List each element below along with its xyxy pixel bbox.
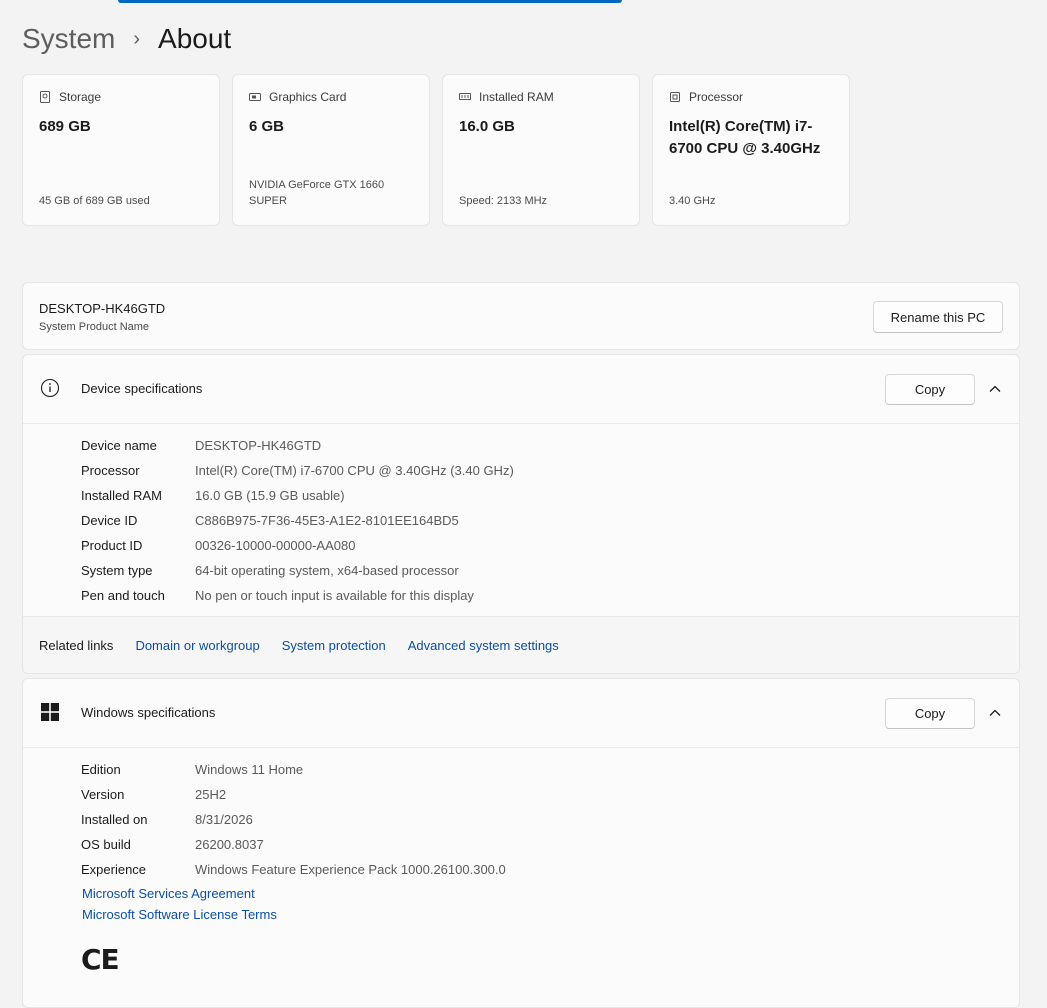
- spec-value: Intel(R) Core(TM) i7-6700 CPU @ 3.40GHz …: [195, 463, 514, 478]
- pc-name-panel: DESKTOP-HK46GTD System Product Name Rena…: [22, 282, 1020, 350]
- windows-specs-panel: Windows specifications Copy Edition Wind…: [22, 678, 1020, 1008]
- breadcrumb: System › About: [22, 18, 231, 60]
- related-links: Related links Domain or workgroup System…: [23, 616, 1019, 673]
- device-specs-header[interactable]: Device specifications Copy: [23, 355, 1019, 424]
- spec-row: Version 25H2: [81, 782, 506, 807]
- pc-name: DESKTOP-HK46GTD: [39, 301, 166, 316]
- spec-label: Installed on: [81, 812, 148, 827]
- spec-value: 64-bit operating system, x64-based proce…: [195, 563, 459, 578]
- link-domain-workgroup[interactable]: Domain or workgroup: [135, 638, 259, 653]
- spec-value: Windows 11 Home: [195, 762, 304, 777]
- rename-pc-button[interactable]: Rename this PC: [873, 301, 1003, 333]
- link-license-terms[interactable]: Microsoft Software License Terms: [82, 904, 277, 925]
- graphics-card-icon: [249, 93, 261, 101]
- spec-row: Device ID C886B975-7F36-45E3-A1E2-8101EE…: [81, 508, 514, 533]
- device-specs-panel: Device specifications Copy Device name D…: [22, 354, 1020, 674]
- chevron-up-icon[interactable]: [988, 706, 1002, 720]
- ram-icon: [459, 93, 471, 100]
- windows-logo-icon: [41, 703, 59, 721]
- link-advanced-system-settings[interactable]: Advanced system settings: [408, 638, 559, 653]
- spec-value: 8/31/2026: [195, 812, 253, 827]
- link-system-protection[interactable]: System protection: [282, 638, 386, 653]
- info-icon: [40, 378, 60, 398]
- processor-icon: [670, 92, 680, 102]
- windows-specs-header[interactable]: Windows specifications Copy: [23, 679, 1019, 748]
- card-value: 6 GB: [249, 118, 285, 135]
- card-value: Intel(R) Core(TM) i7-6700 CPU @ 3.40GHz: [669, 118, 821, 157]
- card-label: Storage: [59, 90, 102, 104]
- summary-cards: Storage 689 GB 45 GB of 689 GB used Grap…: [22, 74, 850, 226]
- spec-row: Device name DESKTOP-HK46GTD: [81, 433, 514, 458]
- card-label: Installed RAM: [479, 90, 554, 104]
- pc-name-sub: System Product Name: [39, 321, 150, 333]
- spec-row: Installed RAM 16.0 GB (15.9 GB usable): [81, 483, 514, 508]
- spec-label: Device ID: [81, 513, 138, 528]
- card-sub: Speed: 2133 MHz: [459, 195, 548, 207]
- spec-row: Pen and touch No pen or touch input is a…: [81, 583, 514, 608]
- spec-row: Edition Windows 11 Home: [81, 757, 506, 782]
- breadcrumb-system[interactable]: System: [22, 23, 115, 55]
- page-title: About: [158, 23, 232, 54]
- spec-label: Product ID: [81, 538, 143, 553]
- spec-label: Experience: [81, 862, 147, 877]
- copy-device-specs-button[interactable]: Copy: [885, 374, 975, 405]
- spec-row: Experience Windows Feature Experience Pa…: [81, 857, 506, 882]
- breadcrumb-separator-icon: ›: [133, 27, 141, 50]
- spec-row: Product ID 00326-10000-00000-AA080: [81, 533, 514, 558]
- card-value: 16.0 GB: [459, 118, 515, 135]
- ce-mark-icon: CE: [81, 943, 120, 976]
- card-sub: NVIDIA GeForce GTX 1660 SUPER: [249, 179, 385, 207]
- spec-value: C886B975-7F36-45E3-A1E2-8101EE164BD5: [195, 513, 459, 528]
- windows-legal-links: Microsoft Services Agreement Microsoft S…: [82, 883, 299, 925]
- copy-windows-specs-button[interactable]: Copy: [885, 698, 975, 729]
- spec-row: Processor Intel(R) Core(TM) i7-6700 CPU …: [81, 458, 514, 483]
- card-label: Graphics Card: [269, 90, 347, 104]
- spec-label: Pen and touch: [81, 588, 165, 603]
- card-sub: 3.40 GHz: [669, 195, 716, 207]
- related-links-label: Related links: [39, 637, 114, 653]
- spec-value: 00326-10000-00000-AA080: [195, 538, 356, 553]
- card-processor: Processor Intel(R) Core(TM) i7-6700 CPU …: [652, 74, 850, 226]
- storage-icon: [40, 91, 50, 103]
- scroll-indicator: [118, 0, 622, 3]
- card-graphics: Graphics Card 6 GB NVIDIA GeForce GTX 16…: [232, 74, 430, 226]
- spec-row: OS build 26200.8037: [81, 832, 506, 857]
- spec-value: 16.0 GB (15.9 GB usable): [195, 488, 345, 503]
- spec-label: Device name: [81, 438, 157, 453]
- spec-label: OS build: [81, 837, 131, 852]
- spec-label: Version: [81, 787, 125, 802]
- device-specs-rows: Device name DESKTOP-HK46GTD Processor In…: [81, 433, 514, 608]
- spec-value: 26200.8037: [195, 837, 264, 852]
- spec-label: Installed RAM: [81, 488, 162, 503]
- chevron-up-icon[interactable]: [988, 382, 1002, 396]
- card-value: 689 GB: [39, 118, 91, 135]
- spec-value: Windows Feature Experience Pack 1000.261…: [195, 862, 506, 877]
- spec-label: Edition: [81, 762, 121, 777]
- card-sub: 45 GB of 689 GB used: [39, 195, 150, 207]
- windows-specs-title: Windows specifications: [81, 705, 216, 720]
- spec-label: Processor: [81, 463, 140, 478]
- link-services-agreement[interactable]: Microsoft Services Agreement: [82, 883, 277, 904]
- device-specs-title: Device specifications: [81, 381, 203, 396]
- spec-row: Installed on 8/31/2026: [81, 807, 506, 832]
- card-label: Processor: [689, 90, 744, 104]
- spec-value: 25H2: [195, 787, 227, 802]
- windows-specs-rows: Edition Windows 11 Home Version 25H2 Ins…: [81, 757, 506, 882]
- spec-label: System type: [81, 563, 153, 578]
- spec-value: No pen or touch input is available for t…: [195, 588, 474, 603]
- spec-value: DESKTOP-HK46GTD: [195, 438, 322, 453]
- spec-row: System type 64-bit operating system, x64…: [81, 558, 514, 583]
- card-storage: Storage 689 GB 45 GB of 689 GB used: [22, 74, 220, 226]
- card-ram: Installed RAM 16.0 GB Speed: 2133 MHz: [442, 74, 640, 226]
